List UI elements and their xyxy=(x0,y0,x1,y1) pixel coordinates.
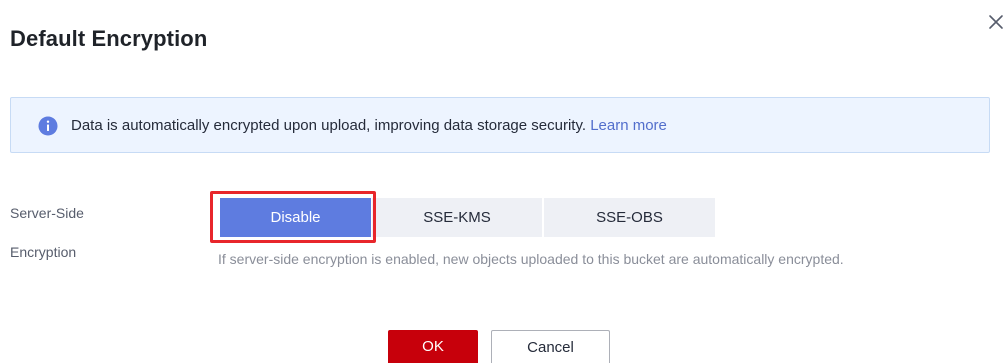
server-side-encryption-label-line2: Encryption xyxy=(10,244,77,260)
close-icon[interactable] xyxy=(988,14,1004,30)
encryption-option-sse-obs[interactable]: SSE-OBS xyxy=(544,198,715,237)
cancel-button[interactable]: Cancel xyxy=(491,330,610,363)
info-message: Data is automatically encrypted upon upl… xyxy=(71,117,587,134)
ok-button[interactable]: OK xyxy=(388,330,478,363)
encryption-option-disable[interactable]: Disable xyxy=(220,198,371,237)
server-side-encryption-label-line1: Server-Side xyxy=(10,205,84,221)
info-icon xyxy=(38,116,58,136)
encryption-hint: If server-side encryption is enabled, ne… xyxy=(218,251,844,267)
info-banner: Data is automatically encrypted upon upl… xyxy=(10,97,990,153)
encryption-option-sse-kms[interactable]: SSE-KMS xyxy=(372,198,542,237)
dialog-title: Default Encryption xyxy=(10,26,208,51)
info-text: Data is automatically encrypted upon upl… xyxy=(71,117,667,134)
default-encryption-dialog: Default Encryption Data is automatically… xyxy=(0,0,1005,363)
learn-more-link[interactable]: Learn more xyxy=(590,117,667,134)
